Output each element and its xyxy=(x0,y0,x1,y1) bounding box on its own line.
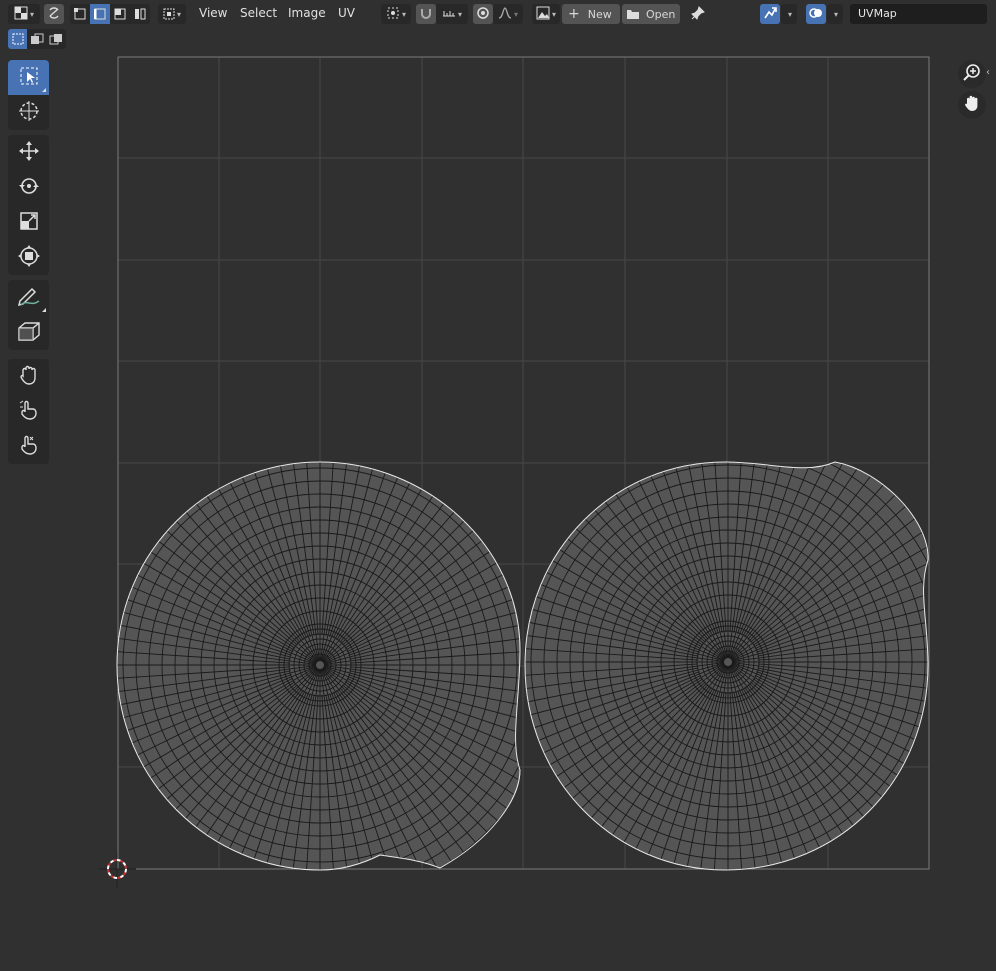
image-icon xyxy=(536,5,550,24)
toolbar-transform-group xyxy=(8,135,49,275)
rotate-icon xyxy=(18,175,40,201)
vertex-select-button[interactable] xyxy=(70,4,90,24)
overlays-dropdown[interactable]: ▾ xyxy=(827,4,843,24)
rip-box-icon xyxy=(17,320,41,346)
select-subtract-button[interactable] xyxy=(46,29,65,49)
pivot-point-dropdown[interactable]: ▾ xyxy=(381,4,411,24)
face-select-button[interactable] xyxy=(110,4,130,24)
sync-selection-button[interactable] xyxy=(44,4,64,24)
pinch-tool[interactable] xyxy=(8,429,49,464)
select-extend-icon xyxy=(30,30,44,49)
transform-icon xyxy=(17,244,40,271)
hand-icon xyxy=(963,94,981,116)
pan-navigation-button[interactable] xyxy=(958,91,986,119)
pivot-icon xyxy=(386,5,400,24)
select-new-button[interactable] xyxy=(8,29,27,49)
relax-hand-icon xyxy=(18,399,40,425)
overlays-icon xyxy=(809,5,823,24)
uv-editor-viewport[interactable] xyxy=(0,0,996,971)
gizmo-icon xyxy=(763,5,777,24)
folder-icon xyxy=(626,5,640,24)
rip-region-tool[interactable] xyxy=(8,315,49,350)
new-image-button[interactable]: + New xyxy=(562,4,620,24)
uv-island-left xyxy=(116,461,521,871)
uv-bounds xyxy=(117,56,930,870)
proportional-edit-icon xyxy=(476,5,490,24)
toolbar-sculpt-group xyxy=(8,359,49,464)
uv-grid xyxy=(118,57,929,869)
scale-tool[interactable] xyxy=(8,205,49,240)
grab-tool[interactable] xyxy=(8,359,49,394)
2d-cursor-icon xyxy=(99,851,136,888)
uv-editor-icon xyxy=(14,5,28,24)
cursor-icon xyxy=(18,100,40,126)
edge-mode-icon xyxy=(93,5,106,24)
menu-image[interactable]: Image xyxy=(288,6,326,20)
relax-tool[interactable] xyxy=(8,394,49,429)
select-box-icon xyxy=(19,66,39,90)
menu-select[interactable]: Select xyxy=(240,6,277,20)
island-select-button[interactable] xyxy=(130,4,150,24)
sticky-selection-dropdown[interactable]: ▾ xyxy=(158,4,186,24)
selection-mode-buttons xyxy=(8,29,66,49)
transform-tool[interactable] xyxy=(8,240,49,275)
pencil-icon xyxy=(17,285,41,311)
cursor-tool[interactable] xyxy=(8,95,49,130)
proportional-editing-toggle[interactable] xyxy=(473,4,493,24)
move-icon xyxy=(18,140,40,166)
snap-toggle[interactable] xyxy=(416,4,436,24)
sync-icon xyxy=(47,5,61,24)
select-subtract-icon xyxy=(49,30,63,49)
toolbar-annotate-group xyxy=(8,280,49,350)
uv-island-right xyxy=(524,461,929,871)
magnet-icon xyxy=(419,5,433,24)
chevron-down-icon: ▾ xyxy=(833,9,838,19)
open-image-button[interactable]: Open xyxy=(622,4,680,24)
header-bar: ▾ ▾ View Select Image UV ▾ ▾ ▾ ▾ + New O… xyxy=(0,0,996,28)
annotate-tool[interactable] xyxy=(8,280,49,315)
move-tool[interactable] xyxy=(8,135,49,170)
snap-target-dropdown[interactable]: ▾ xyxy=(436,4,468,24)
grab-hand-icon xyxy=(18,364,40,390)
select-mode-group xyxy=(70,4,150,24)
new-image-label: New xyxy=(587,7,612,21)
vertex-mode-icon xyxy=(74,5,86,24)
pin-image-button[interactable] xyxy=(688,4,708,24)
toolbar-select-group xyxy=(8,60,49,130)
chevron-down-icon: ▾ xyxy=(787,9,792,19)
snap-increment-icon xyxy=(442,5,456,24)
select-new-icon xyxy=(12,30,24,49)
menu-uv[interactable]: UV xyxy=(338,6,355,20)
pin-icon xyxy=(691,5,705,24)
face-mode-icon xyxy=(114,5,126,24)
select-box-tool[interactable] xyxy=(8,60,49,95)
zoom-navigation-button[interactable] xyxy=(958,60,986,88)
island-mode-icon xyxy=(134,5,146,24)
sticky-select-icon xyxy=(163,5,175,24)
falloff-curve-icon xyxy=(498,5,512,24)
rotate-tool[interactable] xyxy=(8,170,49,205)
sidebar-collapse-icon[interactable]: ‹ xyxy=(986,67,990,78)
image-browse-dropdown[interactable]: ▾ xyxy=(532,4,560,24)
edge-select-button[interactable] xyxy=(90,4,110,24)
menu-view[interactable]: View xyxy=(199,6,227,20)
zoom-icon xyxy=(963,63,981,85)
falloff-dropdown[interactable]: ▾ xyxy=(493,4,523,24)
gizmo-toggle[interactable] xyxy=(760,4,780,24)
gizmo-dropdown[interactable]: ▾ xyxy=(781,4,797,24)
select-extend-button[interactable] xyxy=(27,29,46,49)
scale-icon xyxy=(18,210,40,236)
open-image-label: Open xyxy=(646,7,676,21)
pinch-hand-icon xyxy=(18,434,40,460)
editor-type-button[interactable]: ▾ xyxy=(8,4,40,24)
overlays-toggle[interactable] xyxy=(806,4,826,24)
uvmap-name-field[interactable]: UVMap xyxy=(850,4,987,24)
plus-icon: + xyxy=(568,6,580,22)
